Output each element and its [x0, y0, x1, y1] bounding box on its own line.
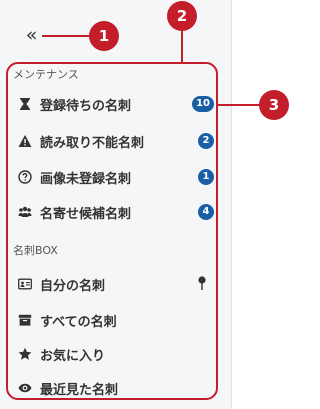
menu-item-label: 最近見た名刺: [40, 382, 119, 398]
menu-item-label: 自分の名刺: [40, 278, 106, 294]
menu-item-no-image-cards[interactable]: 画像未登録名刺 1: [18, 164, 216, 190]
star-icon: [18, 347, 32, 361]
callout-1: 1: [89, 21, 119, 51]
menu-item-unreadable-cards[interactable]: 読み取り不能名刺 2: [18, 128, 216, 154]
collapse-icon[interactable]: «: [18, 24, 42, 46]
menu-item-pending-cards[interactable]: 登録待ちの名刺 10: [18, 91, 216, 117]
callout-2-line: [181, 28, 183, 64]
menu-item-merge-candidates[interactable]: 名寄せ候補名刺 4: [18, 199, 216, 225]
pin-icon[interactable]: [196, 275, 208, 293]
callout-1-line: [42, 35, 90, 37]
archive-icon: [18, 313, 32, 327]
section-header-maintenance: メンテナンス: [13, 68, 79, 81]
count-badge: 4: [198, 204, 214, 220]
count-badge: 10: [192, 96, 214, 112]
menu-item-label: すべての名刺: [40, 314, 117, 330]
callout-2: 2: [167, 1, 197, 31]
menu-item-label: 画像未登録名刺: [40, 171, 132, 187]
question-icon: [18, 170, 32, 184]
menu-item-recently-viewed[interactable]: 最近見た名刺: [18, 375, 216, 401]
count-badge: 1: [198, 169, 214, 185]
menu-item-all-cards[interactable]: すべての名刺: [18, 307, 216, 333]
hourglass-icon: [18, 97, 32, 111]
callout-3: 3: [259, 90, 289, 120]
section-header-card-box: 名刺BOX: [13, 244, 58, 257]
count-badge: 2: [198, 133, 214, 149]
menu-item-label: 読み取り不能名刺: [40, 135, 145, 151]
menu-item-label: 名寄せ候補名刺: [40, 206, 132, 222]
id-card-icon: [18, 277, 32, 291]
callout-3-line: [217, 104, 260, 106]
menu-item-label: 登録待ちの名刺: [40, 98, 132, 114]
menu-item-favorites[interactable]: お気に入り: [18, 341, 216, 367]
menu-item-my-cards[interactable]: 自分の名刺: [18, 271, 216, 297]
menu-item-label: お気に入り: [40, 348, 106, 364]
warning-icon: [18, 134, 32, 148]
users-icon: [18, 205, 32, 219]
eye-icon: [18, 381, 32, 395]
